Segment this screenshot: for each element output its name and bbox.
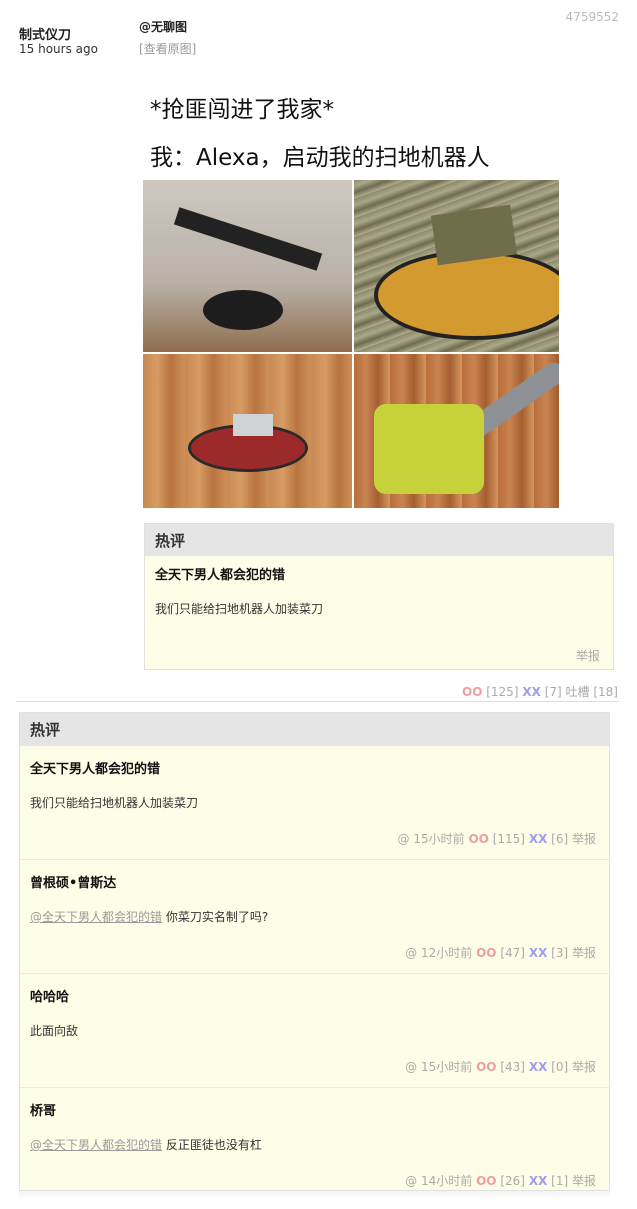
hot-comment-author[interactable]: 全天下男人都会犯的错 [155, 564, 285, 583]
comment-text: 反正匪徒也没有杠 [165, 1138, 262, 1152]
robot-vacuum-shape [374, 250, 559, 340]
photo-robot-with-chainsaw [354, 354, 559, 508]
oo-button[interactable]: OO [476, 1060, 496, 1074]
xx-count: [0] [551, 1060, 569, 1074]
list-bottom-shadow [19, 1191, 610, 1199]
tucao-button[interactable]: 吐槽 [566, 685, 590, 699]
hot-comment-text: 我们只能给扫地机器人加装菜刀 [155, 602, 324, 616]
comment-author[interactable]: 哈哈哈 [30, 986, 69, 1005]
comment-item: 全天下男人都会犯的错 我们只能给扫地机器人加装菜刀 @ 15小时前 OO [11… [20, 745, 609, 859]
comment-body: 我们只能给扫地机器人加装菜刀 [30, 794, 198, 811]
comment-meta: @ 15小时前 OO [43] XX [0] 举报 [405, 1058, 596, 1075]
xx-button[interactable]: XX [529, 1174, 548, 1188]
comment-item: 桥哥 @全天下男人都会犯的错 反正匪徒也没有杠 @ 14小时前 OO [26] … [20, 1087, 609, 1201]
comment-text: 此面向敌 [30, 1024, 79, 1038]
xx-button[interactable]: XX [522, 685, 541, 699]
comment-time: 15小时前 [421, 1060, 473, 1074]
post-author[interactable]: 制式仪刀 [19, 24, 71, 43]
chainsaw-body-shape [374, 404, 484, 494]
comment-mention[interactable]: @全天下男人都会犯的错 [30, 910, 162, 924]
xx-button[interactable]: XX [529, 946, 548, 960]
comment-item: 曾根硕•曾斯达 @全天下男人都会犯的错 你菜刀实名制了吗? @ 12小时前 OO… [20, 859, 609, 973]
comment-time: 15小时前 [413, 832, 465, 846]
oo-count: [26] [500, 1174, 525, 1188]
comment-body: @全天下男人都会犯的错 反正匪徒也没有杠 [30, 1136, 262, 1153]
oo-button[interactable]: OO [476, 946, 496, 960]
report-button[interactable]: 举报 [576, 647, 600, 664]
view-original-link[interactable]: [查看原图] [139, 40, 196, 57]
rifle-shape [173, 207, 323, 271]
post-header: 制式仪刀 15 hours ago @无聊图 [查看原图] 4759552 [0, 0, 637, 60]
meme-photo-grid [143, 180, 559, 508]
comment-author[interactable]: 桥哥 [30, 1100, 56, 1119]
comment-meta: @ 14小时前 OO [26] XX [1] 举报 [405, 1172, 596, 1189]
xx-count: [3] [551, 946, 569, 960]
xx-button[interactable]: XX [529, 832, 548, 846]
comment-meta: @ 15小时前 OO [115] XX [6] 举报 [398, 830, 596, 847]
report-button[interactable]: 举报 [572, 1174, 596, 1188]
comment-meta: @ 12小时前 OO [47] XX [3] 举报 [405, 944, 596, 961]
at-button[interactable]: @ [405, 1174, 417, 1188]
meme-caption-line1: *抢匪闯进了我家* [150, 97, 334, 123]
oo-count: [43] [500, 1060, 525, 1074]
oo-button[interactable]: OO [462, 685, 482, 699]
robot-vacuum-shape [203, 290, 283, 330]
comment-text: 你菜刀实名制了吗? [165, 910, 269, 924]
oo-count: [115] [492, 832, 525, 846]
comment-author[interactable]: 曾根硕•曾斯达 [30, 872, 116, 891]
comment-time: 14小时前 [421, 1174, 473, 1188]
photo-robot-with-rifle [143, 180, 352, 352]
post-vote-row: OO [125] XX [7] 吐槽 [18] [462, 683, 618, 700]
hot-comment-box: 热评 全天下男人都会犯的错 我们只能给扫地机器人加装菜刀 举报 [144, 523, 614, 670]
photo-robot-with-cleaver [143, 354, 352, 508]
xx-count: [1] [551, 1174, 569, 1188]
post-text: @无聊图 [139, 20, 188, 34]
comment-item: 哈哈哈 此面向敌 @ 15小时前 OO [43] XX [0] 举报 [20, 973, 609, 1087]
oo-count: [47] [500, 946, 525, 960]
comment-author[interactable]: 全天下男人都会犯的错 [30, 758, 160, 777]
oo-button[interactable]: OO [468, 832, 488, 846]
comment-mention[interactable]: @全天下男人都会犯的错 [30, 1138, 162, 1152]
meme-caption-line2: 我：Alexa，启动我的扫地机器人 [150, 145, 490, 171]
post-time: 15 hours ago [19, 42, 98, 56]
at-button[interactable]: @ [398, 832, 410, 846]
meme-image[interactable]: *抢匪闯进了我家* 我：Alexa，启动我的扫地机器人 [140, 80, 560, 510]
cleaver-shape [233, 414, 273, 436]
photo-robot-with-box [354, 180, 559, 352]
xx-button[interactable]: XX [529, 1060, 548, 1074]
at-button[interactable]: @ [405, 1060, 417, 1074]
xx-count: [7] [544, 685, 562, 699]
divider [16, 701, 619, 702]
comment-text: 我们只能给扫地机器人加装菜刀 [30, 796, 199, 810]
hot-comment-title: 热评 [145, 524, 613, 556]
comment-time: 12小时前 [421, 946, 473, 960]
comment-body: @全天下男人都会犯的错 你菜刀实名制了吗? [30, 908, 268, 925]
comment-list-title: 热评 [20, 713, 609, 745]
at-button[interactable]: @ [405, 946, 417, 960]
comment-body: 此面向敌 [30, 1022, 78, 1039]
post-id[interactable]: 4759552 [566, 10, 619, 24]
report-button[interactable]: 举报 [572, 832, 596, 846]
comment-list: 热评 全天下男人都会犯的错 我们只能给扫地机器人加装菜刀 @ 15小时前 OO … [19, 712, 610, 1191]
report-button[interactable]: 举报 [572, 946, 596, 960]
tucao-count: [18] [593, 685, 618, 699]
oo-count: [125] [486, 685, 519, 699]
report-button[interactable]: 举报 [572, 1060, 596, 1074]
xx-count: [6] [551, 832, 569, 846]
oo-button[interactable]: OO [476, 1174, 496, 1188]
